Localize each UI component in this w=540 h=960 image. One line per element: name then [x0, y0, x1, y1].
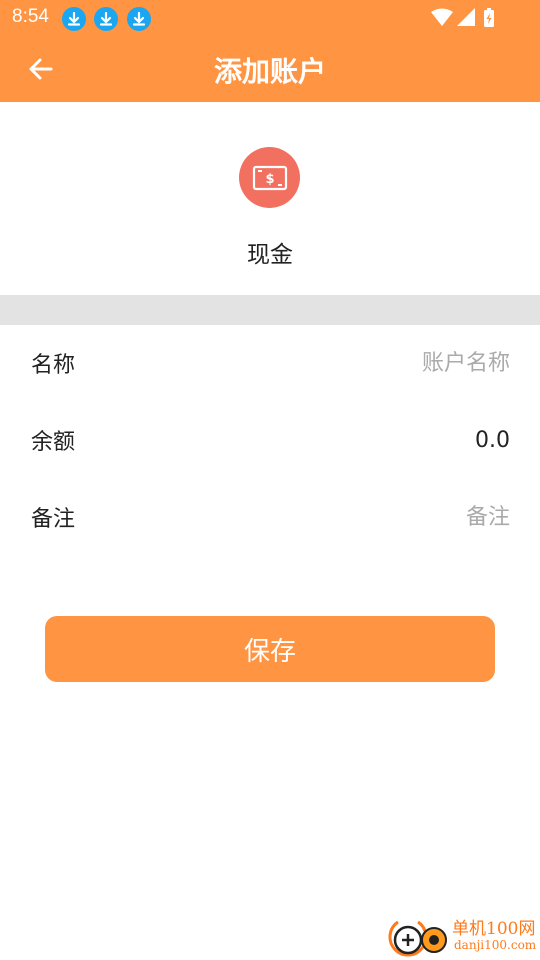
- titlebar: 添加账户: [0, 36, 540, 102]
- download-icon: [94, 7, 118, 31]
- page-title: 添加账户: [213, 55, 326, 88]
- name-label: 名称: [31, 353, 76, 378]
- save-button[interactable]: 保存: [45, 616, 495, 682]
- balance-input[interactable]: [210, 420, 510, 460]
- watermark-url: danji100.com: [454, 938, 537, 952]
- download-icon: [127, 7, 151, 31]
- account-type-section: $ 现金: [0, 102, 540, 295]
- status-bar: 8:54: [0, 0, 540, 36]
- battery-charging-icon: [484, 8, 494, 27]
- account-type-label: 现金: [247, 242, 293, 268]
- status-icons: [430, 7, 500, 29]
- watermark: 单机100网 danji100.com: [388, 914, 538, 958]
- account-type-button[interactable]: $: [239, 147, 300, 208]
- form-row-name: 名称: [0, 325, 540, 403]
- signal-icon: [457, 8, 475, 26]
- form-row-balance: 余额: [0, 402, 540, 480]
- watermark-text: 单机100网: [452, 919, 536, 939]
- download-icon: [62, 7, 86, 31]
- section-divider: [0, 295, 540, 325]
- name-input[interactable]: [210, 343, 510, 383]
- cash-icon: $: [252, 165, 287, 190]
- note-label: 备注: [31, 507, 76, 532]
- status-time: 8:54: [12, 6, 49, 27]
- wifi-icon: [431, 8, 453, 26]
- header: 8:54 添加账户: [0, 0, 540, 102]
- watermark-logo-icon: [388, 920, 447, 957]
- note-input[interactable]: [210, 497, 510, 537]
- balance-label: 余额: [31, 430, 76, 455]
- form-row-note: 备注: [0, 479, 540, 557]
- svg-text:$: $: [265, 172, 274, 187]
